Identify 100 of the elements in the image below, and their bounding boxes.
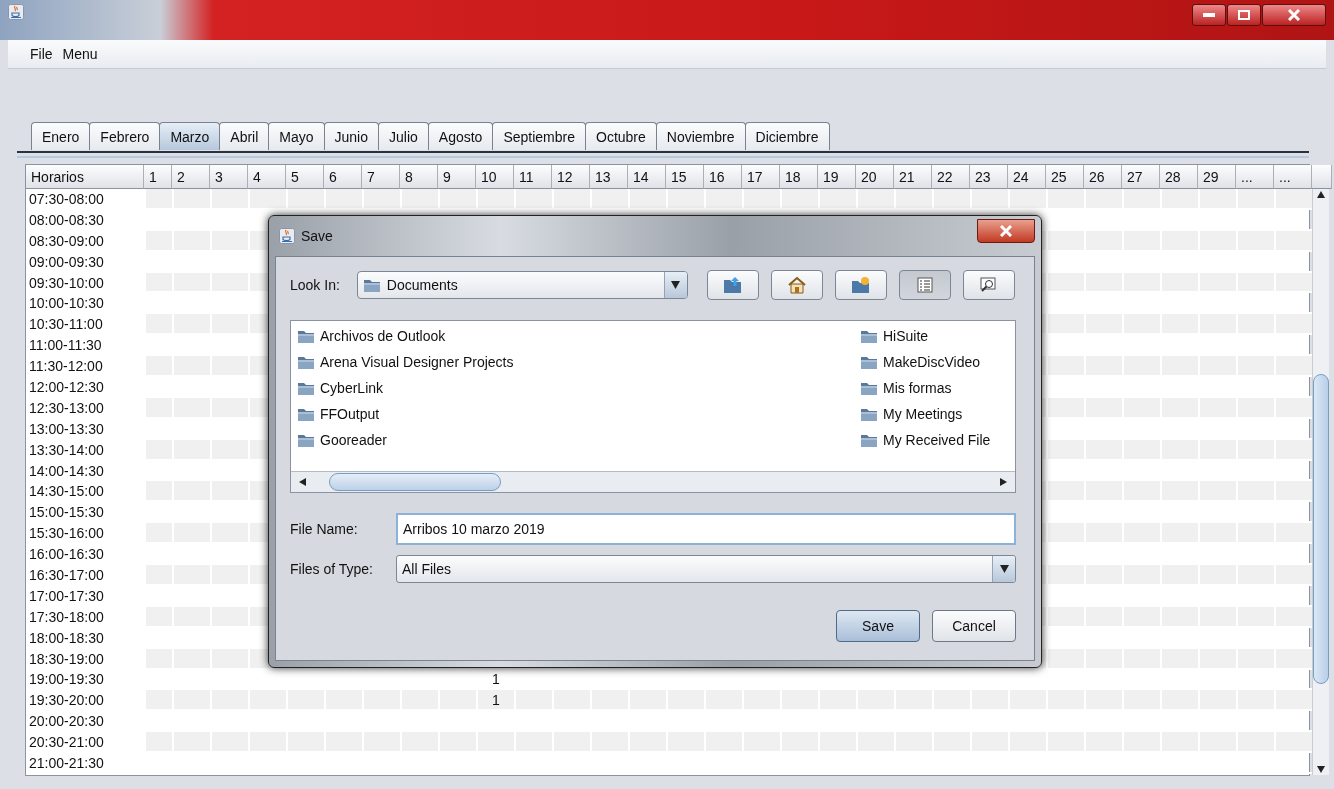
folder-item[interactable]: HiSuite bbox=[860, 323, 1015, 349]
time-slot-label: 18:00-18:30 bbox=[28, 628, 105, 648]
file-name-field[interactable]: Arribos 10 marzo 2019 bbox=[396, 513, 1016, 545]
dialog-title: Save bbox=[301, 228, 334, 244]
month-tab[interactable]: Junio bbox=[323, 122, 379, 150]
month-tab[interactable]: Agosto bbox=[427, 122, 494, 150]
time-slot-label: 11:00-11:30 bbox=[28, 336, 103, 356]
month-tab[interactable]: Marzo bbox=[159, 122, 221, 150]
time-slot-label: 17:00-17:30 bbox=[28, 586, 105, 606]
month-tab[interactable]: Septiembre bbox=[492, 122, 586, 150]
column-header[interactable]: 3 bbox=[210, 165, 248, 189]
dialog-button[interactable]: Cancel bbox=[932, 610, 1016, 642]
column-header[interactable]: 15 bbox=[666, 165, 704, 189]
month-tab[interactable]: Enero bbox=[31, 122, 91, 150]
month-tab[interactable]: Octubre bbox=[585, 122, 657, 150]
column-header[interactable]: Horarios bbox=[26, 165, 144, 189]
folder-item[interactable]: My Meetings bbox=[860, 401, 1015, 427]
column-header[interactable]: 7 bbox=[362, 165, 400, 189]
column-header[interactable]: 19 bbox=[818, 165, 856, 189]
column-header[interactable]: 11 bbox=[514, 165, 552, 189]
time-slot-label: 10:30-11:00 bbox=[28, 315, 104, 335]
folder-name: CyberLink bbox=[320, 380, 384, 396]
column-header[interactable]: ... bbox=[1236, 165, 1274, 189]
vertical-scrollbar[interactable] bbox=[1312, 189, 1329, 775]
folder-icon bbox=[860, 354, 878, 370]
folder-item[interactable]: My Received File bbox=[860, 427, 1015, 453]
column-header[interactable]: 20 bbox=[856, 165, 894, 189]
column-header[interactable]: 10 bbox=[476, 165, 514, 189]
horizontal-scrollbar[interactable] bbox=[291, 471, 1015, 492]
month-tab[interactable]: Diciembre bbox=[744, 122, 830, 150]
close-icon bbox=[1288, 9, 1300, 21]
folder-item[interactable]: MakeDiscVideo bbox=[860, 349, 1015, 375]
minimize-button[interactable] bbox=[1192, 4, 1226, 26]
close-icon bbox=[1000, 225, 1012, 237]
column-header[interactable]: 2 bbox=[172, 165, 210, 189]
menu-item[interactable]: Menu bbox=[62, 46, 98, 62]
time-slot-label: 19:30-20:00 bbox=[28, 691, 105, 711]
folder-icon bbox=[362, 277, 381, 293]
time-slot-label: 20:00-20:30 bbox=[28, 712, 105, 732]
folder-item[interactable]: Archivos de Outlook bbox=[297, 323, 860, 349]
folder-item[interactable]: Mis formas bbox=[860, 375, 1015, 401]
close-button[interactable] bbox=[1262, 4, 1326, 26]
folder-icon bbox=[297, 432, 315, 448]
folder-item[interactable]: CyberLink bbox=[297, 375, 860, 401]
folder-name: Arena Visual Designer Projects bbox=[320, 354, 514, 370]
folder-name: Archivos de Outlook bbox=[320, 328, 446, 344]
month-tab[interactable]: Febrero bbox=[89, 122, 161, 150]
column-header[interactable]: 22 bbox=[932, 165, 970, 189]
column-header[interactable]: 5 bbox=[286, 165, 324, 189]
column-header[interactable]: 24 bbox=[1008, 165, 1046, 189]
folder-item[interactable]: Arena Visual Designer Projects bbox=[297, 349, 860, 375]
column-header[interactable]: ... bbox=[1274, 165, 1312, 189]
column-header[interactable]: 9 bbox=[438, 165, 476, 189]
look-in-dropdown[interactable]: Documents bbox=[356, 271, 688, 299]
scroll-left-icon[interactable] bbox=[297, 477, 307, 487]
column-header[interactable]: 4 bbox=[248, 165, 286, 189]
column-header[interactable]: 6 bbox=[324, 165, 362, 189]
month-tab[interactable]: Julio bbox=[378, 122, 429, 150]
column-header[interactable]: 27 bbox=[1122, 165, 1160, 189]
folder-item[interactable]: Gooreader bbox=[297, 427, 860, 453]
scroll-right-icon[interactable] bbox=[999, 477, 1009, 487]
column-header[interactable]: 16 bbox=[704, 165, 742, 189]
column-header[interactable]: 12 bbox=[552, 165, 590, 189]
scroll-down-icon[interactable] bbox=[1316, 765, 1326, 775]
column-header[interactable]: 23 bbox=[970, 165, 1008, 189]
column-header[interactable]: 21 bbox=[894, 165, 932, 189]
column-header[interactable]: 8 bbox=[400, 165, 438, 189]
month-tab[interactable]: Noviembre bbox=[655, 122, 746, 150]
column-header[interactable]: 14 bbox=[628, 165, 666, 189]
column-header[interactable]: 26 bbox=[1084, 165, 1122, 189]
column-header[interactable]: 29 bbox=[1198, 165, 1236, 189]
maximize-button[interactable] bbox=[1227, 4, 1261, 26]
folder-name: MakeDiscVideo bbox=[883, 354, 980, 370]
column-header[interactable]: 18 bbox=[780, 165, 818, 189]
column-header[interactable]: 1 bbox=[144, 165, 172, 189]
time-slot-label: 16:30-17:00 bbox=[28, 566, 105, 586]
column-header[interactable]: 28 bbox=[1160, 165, 1198, 189]
month-tab[interactable]: Mayo bbox=[268, 122, 325, 150]
folder-icon bbox=[860, 432, 878, 448]
time-slot-label: 17:30-18:00 bbox=[28, 607, 105, 627]
toolbar-button[interactable] bbox=[962, 270, 1015, 300]
file-name-label: File Name: bbox=[290, 521, 359, 537]
folder-icon bbox=[860, 406, 878, 422]
column-header[interactable]: 25 bbox=[1046, 165, 1084, 189]
menu-item[interactable]: File bbox=[30, 46, 53, 62]
column-header[interactable]: 17 bbox=[742, 165, 780, 189]
month-tab[interactable]: Abril bbox=[219, 122, 270, 150]
time-slot-label: 20:30-21:00 bbox=[28, 733, 105, 753]
dialog-button[interactable]: Save bbox=[836, 610, 920, 642]
toolbar-button[interactable] bbox=[898, 270, 951, 300]
column-header[interactable]: 13 bbox=[590, 165, 628, 189]
toolbar-button[interactable] bbox=[834, 270, 887, 300]
folder-up-icon bbox=[722, 276, 743, 294]
close-button[interactable] bbox=[977, 219, 1035, 243]
file-type-dropdown[interactable]: All Files bbox=[396, 555, 1016, 583]
folder-item[interactable]: FFOutput bbox=[297, 401, 860, 427]
scroll-thumb[interactable] bbox=[329, 473, 501, 491]
toolbar-button[interactable] bbox=[706, 270, 759, 300]
scroll-thumb[interactable] bbox=[1313, 374, 1329, 684]
toolbar-button[interactable] bbox=[770, 270, 823, 300]
